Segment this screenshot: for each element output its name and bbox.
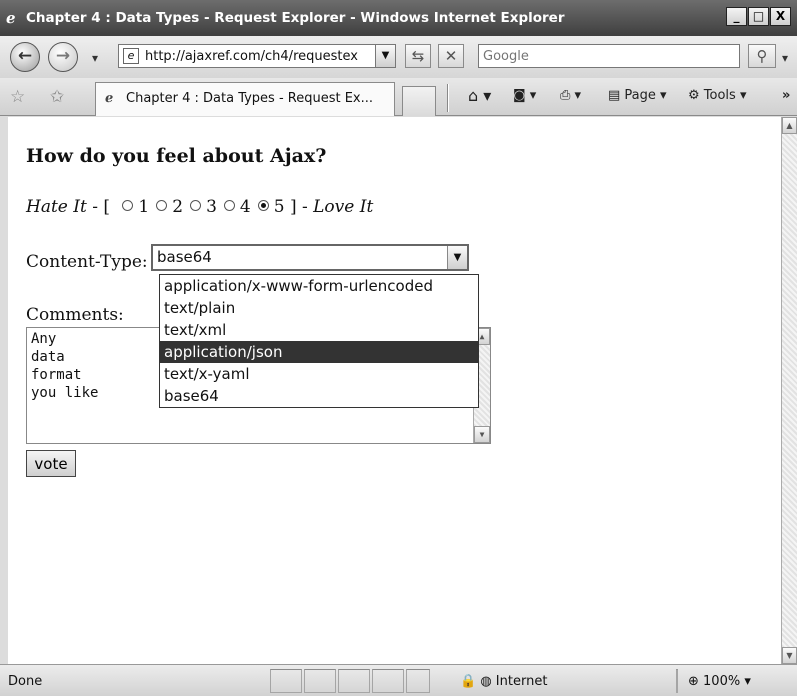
rating-label-3: 3 [206,197,217,217]
page-heading: How do you feel about Ajax? [26,145,327,167]
content-type-value: base64 [157,248,212,266]
vote-button[interactable]: vote [26,450,76,477]
address-dropdown-button[interactable]: ▼ [375,45,395,67]
chevron-more-icon[interactable]: » [782,88,790,103]
rating-label-5: 5 [273,197,285,217]
rating-group: Hate It - [ 12345 ] - Love It [26,197,374,217]
status-cell [338,669,370,693]
title-bar: ℯ Chapter 4 : Data Types - Request Explo… [0,0,797,36]
zoom-level: 100% [703,674,741,689]
status-text: Done [8,674,43,689]
page-scrollbar[interactable]: ▲ ▼ [781,117,797,664]
chevron-down-icon[interactable]: ▼ [447,246,467,269]
history-dropdown-icon[interactable]: ▾ [92,51,98,65]
status-cell [304,669,336,693]
zoom-control[interactable]: ⊕ 100% ▾ [688,674,751,689]
rating-radio-2[interactable] [156,200,168,211]
tools-menu-label: Tools [703,88,736,103]
dropdown-option[interactable]: text/x-yaml [160,363,478,385]
rating-radio-5[interactable] [257,200,269,211]
print-icon[interactable]: ⎙ ▾ [560,88,581,103]
rating-radio-3[interactable] [190,200,202,211]
rating-radio-4[interactable] [223,200,235,211]
ie-logo-icon: ℯ [6,9,16,27]
rating-radio-1[interactable] [122,200,134,211]
rating-label-4: 4 [239,197,251,217]
scroll-up-icon[interactable]: ▲ [782,117,797,134]
security-zone[interactable]: 🔒 ◍ Internet [460,674,547,689]
maximize-button[interactable]: □ [748,7,769,26]
content-type-label: Content-Type: [26,252,148,272]
tab-ie-icon: ℯ [105,91,114,106]
status-cell [406,669,430,693]
back-button[interactable]: ← [10,42,40,72]
page-icon: e [123,48,139,64]
status-cell [372,669,404,693]
home-icon[interactable]: ⌂ ▾ [468,86,491,105]
new-tab-button[interactable] [402,86,436,116]
close-button[interactable]: X [770,7,791,26]
page-content: How do you feel about Ajax? Hate It - [ … [8,117,781,664]
love-label: Love It [313,197,374,217]
rating-label-2: 2 [172,197,184,217]
url-input[interactable] [145,47,373,65]
add-favorites-icon[interactable]: ✩ [50,87,64,107]
content-type-dropdown-list: application/x-www-form-urlencoded text/pl… [159,274,479,408]
search-input[interactable] [483,46,733,67]
address-bar: e ▼ [118,44,396,68]
dropdown-option[interactable]: text/plain [160,297,478,319]
tab-row: ☆ ✩ ℯ Chapter 4 : Data Types - Request E… [0,78,797,116]
stop-icon[interactable]: ✕ [438,44,464,68]
search-icon[interactable]: ⚲ [748,44,776,68]
dropdown-option[interactable]: application/json [160,341,478,363]
dropdown-option[interactable]: text/xml [160,319,478,341]
status-bar: Done 🔒 ◍ Internet ⊕ 100% ▾ [0,664,797,696]
forward-button[interactable]: → [48,42,78,72]
refresh-icon[interactable]: ⇆ [405,44,431,68]
hate-label: Hate It [26,197,87,217]
page-menu[interactable]: ▤ Page ▾ [608,88,667,103]
tools-menu[interactable]: ⚙ Tools ▾ [688,88,747,103]
zone-label: Internet [495,674,548,689]
comments-label: Comments: [26,305,124,325]
scroll-down-icon[interactable]: ▼ [782,647,797,664]
address-row: ← → ▾ e ▼ ⇆ ✕ ⚲ ▾ [0,36,797,78]
minimize-button[interactable]: _ [726,7,747,26]
favorites-star-icon[interactable]: ☆ [10,87,25,107]
content-type-select[interactable]: base64 ▼ [151,244,469,271]
search-box [478,44,740,68]
search-options-icon[interactable]: ▾ [782,51,788,65]
dropdown-option[interactable]: base64 [160,385,478,407]
separator [447,84,449,112]
scroll-down-icon[interactable]: ▼ [474,426,490,443]
tab-current[interactable]: ℯ Chapter 4 : Data Types - Request Ex... [95,82,395,116]
status-cell [270,669,302,693]
window-title: Chapter 4 : Data Types - Request Explore… [26,10,565,26]
feeds-icon[interactable]: ◙ ▾ [513,88,536,103]
tab-label: Chapter 4 : Data Types - Request Ex... [126,91,374,106]
dropdown-option[interactable]: application/x-www-form-urlencoded [160,275,478,297]
separator [676,669,678,693]
rating-label-1: 1 [138,197,150,217]
page-menu-label: Page [624,88,656,103]
